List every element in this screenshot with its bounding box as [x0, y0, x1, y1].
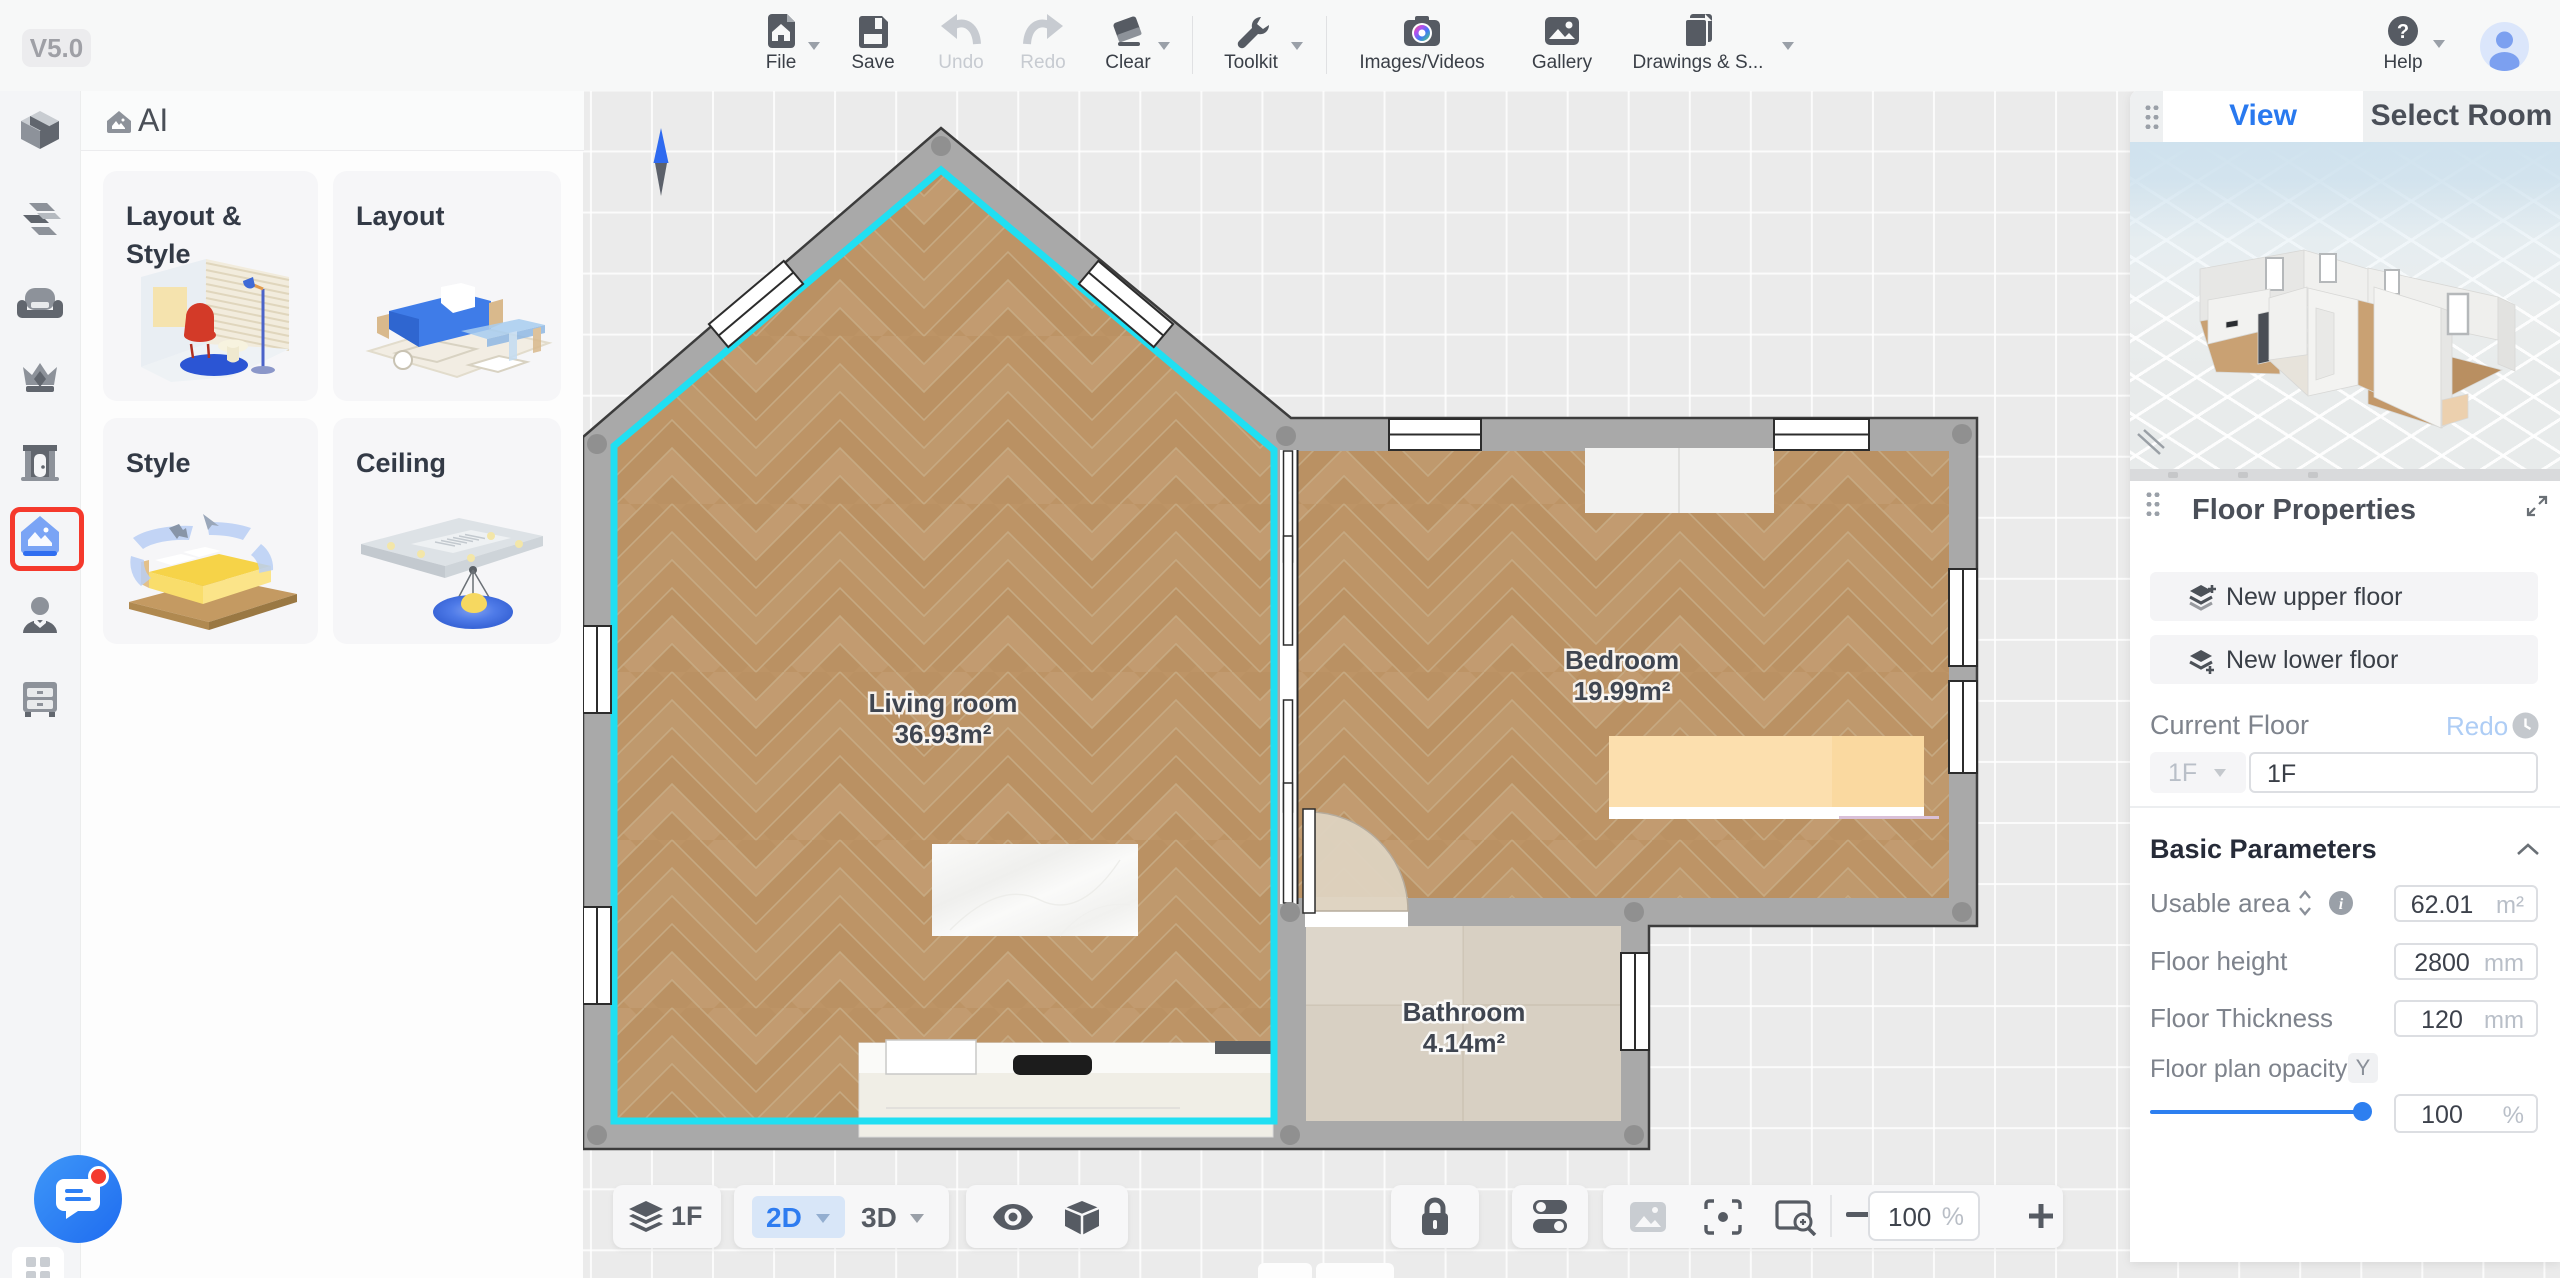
- svg-text:4.14m²: 4.14m²: [1423, 1028, 1506, 1058]
- svg-text:36.93m²: 36.93m²: [895, 719, 992, 749]
- svg-text:Bathroom: Bathroom: [1403, 997, 1526, 1027]
- svg-text:Bedroom: Bedroom: [1565, 645, 1679, 675]
- svg-text:?: ?: [2397, 21, 2409, 43]
- svg-text:i: i: [2339, 896, 2344, 913]
- svg-text:19.99m²: 19.99m²: [1574, 676, 1671, 706]
- svg-text:Living room: Living room: [869, 688, 1018, 718]
